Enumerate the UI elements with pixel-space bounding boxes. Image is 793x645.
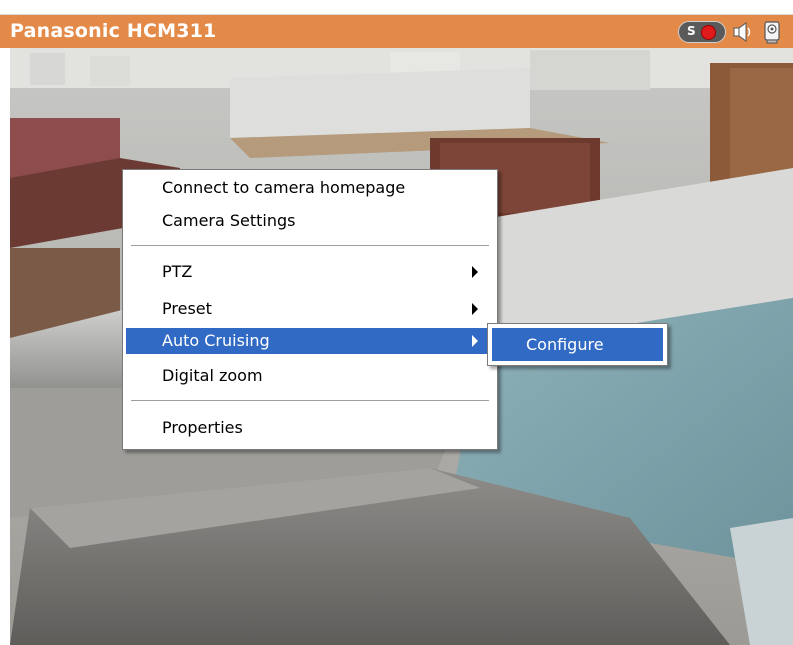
menu-item-auto-cruising[interactable]: Auto Cruising: [126, 328, 494, 354]
menu-item-preset[interactable]: Preset: [126, 296, 494, 322]
auto-cruising-submenu: Configure: [487, 323, 668, 366]
record-badge-label: S: [687, 24, 696, 38]
submenu-arrow-icon: [472, 303, 478, 315]
menu-item-label: PTZ: [162, 262, 193, 281]
speaker-icon[interactable]: [732, 21, 754, 43]
menu-item-connect-homepage[interactable]: Connect to camera homepage: [126, 175, 494, 201]
menu-item-ptz[interactable]: PTZ: [126, 259, 494, 285]
menu-item-label: Auto Cruising: [162, 331, 270, 350]
menu-item-label: Camera Settings: [162, 211, 296, 230]
submenu-item-configure[interactable]: Configure: [492, 328, 663, 361]
menu-item-label: Connect to camera homepage: [162, 178, 406, 197]
title-bar: Panasonic HCM311 S: [0, 14, 793, 49]
menu-item-camera-settings[interactable]: Camera Settings: [126, 208, 494, 234]
submenu-arrow-icon: [472, 335, 478, 347]
submenu-arrow-icon: [472, 266, 478, 278]
menu-item-properties[interactable]: Properties: [126, 415, 494, 441]
title-bar-icons: S: [678, 19, 784, 45]
menu-separator: [131, 400, 489, 401]
record-dot-icon: [701, 25, 716, 40]
window-frame-left: [0, 48, 10, 645]
menu-item-label: Digital zoom: [162, 366, 263, 385]
menu-item-digital-zoom[interactable]: Digital zoom: [126, 363, 494, 389]
menu-item-label: Preset: [162, 299, 212, 318]
camera-viewer-window: Panasonic HCM311 S Connect to camera hom…: [0, 0, 793, 645]
camera-icon[interactable]: [760, 20, 784, 44]
menu-separator: [131, 245, 489, 246]
record-icon[interactable]: S: [678, 21, 726, 43]
menu-item-label: Properties: [162, 418, 243, 437]
window-title: Panasonic HCM311: [10, 20, 217, 42]
submenu-item-label: Configure: [526, 335, 604, 354]
context-menu: Connect to camera homepage Camera Settin…: [122, 169, 498, 450]
